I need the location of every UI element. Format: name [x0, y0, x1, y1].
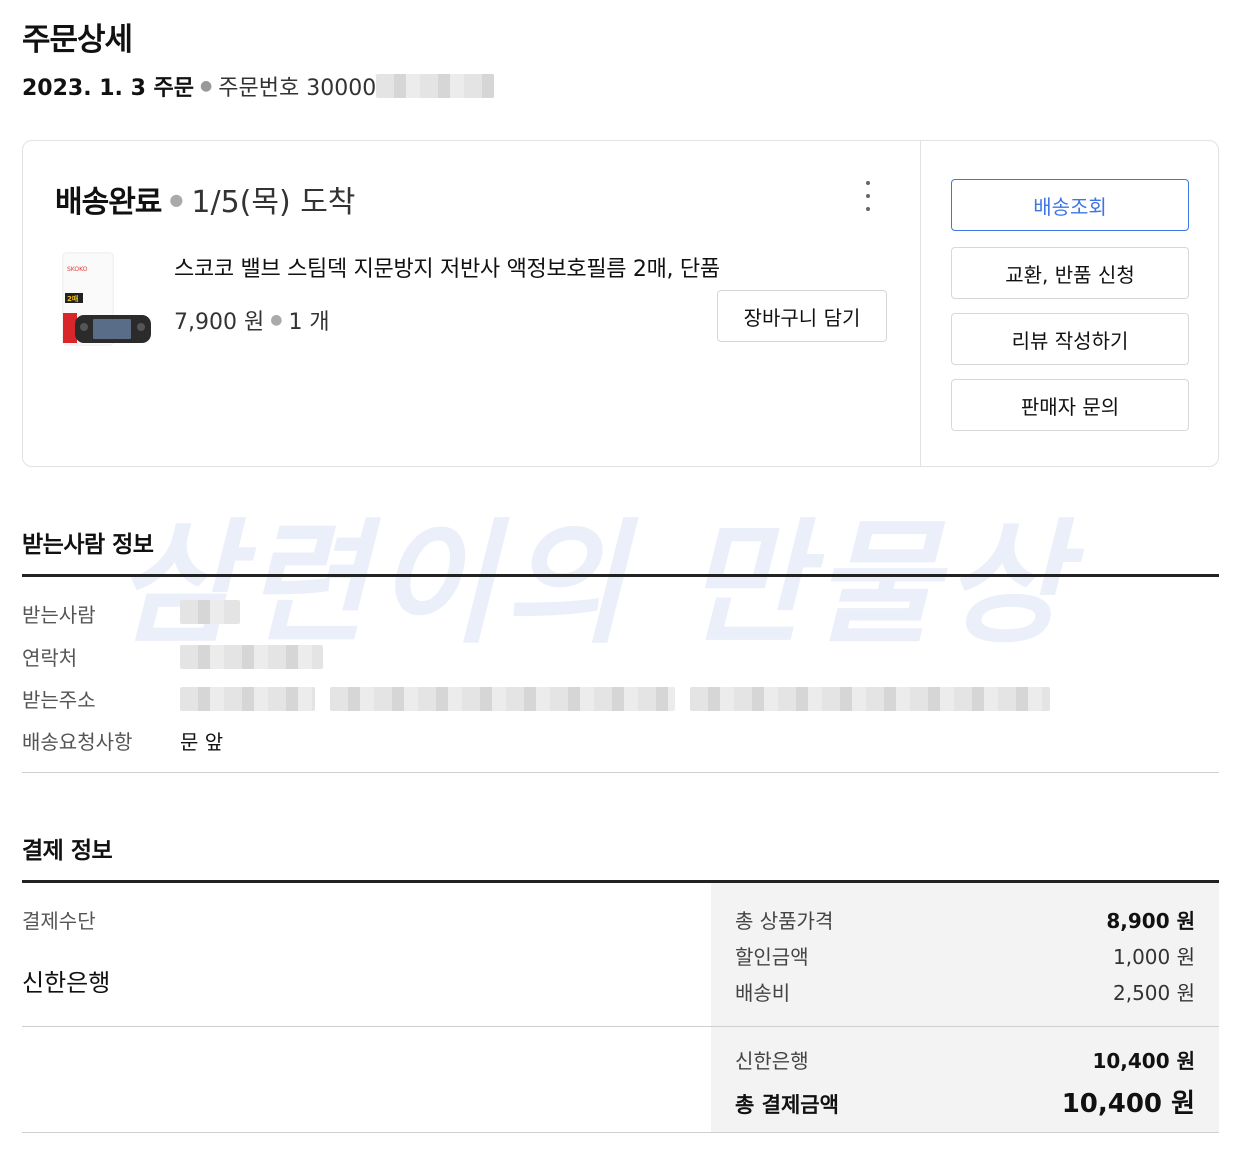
seller-inquiry-button[interactable]: 판매자 문의 [951, 379, 1189, 431]
payment-bottom-rule [22, 1132, 1219, 1133]
exchange-return-button[interactable]: 교환, 반품 신청 [951, 247, 1189, 299]
payment-line-discount: 할인금액 1,000 원 [735, 941, 1195, 970]
payment-method-value: 신한은행 [22, 969, 111, 997]
subtotal-label: 총 상품가격 [735, 909, 834, 933]
add-to-cart-button[interactable]: 장바구니 담기 [717, 290, 887, 342]
track-delivery-button[interactable]: 배송조회 [951, 179, 1189, 231]
product-name[interactable]: 스코코 밸브 스팀덱 지문방지 저반사 액정보호필름 2매, 단품 [174, 251, 720, 283]
bank-amount: 10,400 원 [1092, 1049, 1195, 1073]
product-price-line: 7,900 원 ● 1 개 [174, 304, 330, 336]
product-quantity: 1 개 [288, 310, 330, 335]
redacted-order-number [376, 74, 495, 98]
section-rule [22, 574, 1219, 577]
arrival-date: 1/5(목) 도착 [191, 185, 356, 220]
redacted-address-part [180, 687, 315, 711]
total-amount: 10,400 원 [1061, 1089, 1195, 1119]
card-divider [920, 141, 921, 466]
phone-label: 연락처 [22, 646, 78, 670]
order-date: 2023. 1. 3 주문 [22, 76, 195, 101]
separator-dot: ● [270, 312, 283, 328]
payment-divider [22, 1026, 1219, 1027]
shipment-status: 배송완료 [55, 185, 162, 220]
payment-section-title: 결제 정보 [22, 838, 113, 864]
recipient-name-label: 받는사람 [22, 603, 96, 627]
separator-dot: ● [200, 78, 213, 94]
shipping-label: 배송비 [735, 981, 791, 1005]
payment-line-total: 총 결제금액 10,400 원 [735, 1083, 1195, 1120]
order-meta: 2023. 1. 3 주문 ● 주문번호 30000 [22, 70, 495, 102]
payment-line-subtotal: 총 상품가격 8,900 원 [735, 905, 1195, 934]
payment-method-label: 결제수단 [22, 909, 96, 933]
recipient-section-title: 받는사람 정보 [22, 532, 154, 558]
separator-dot: ● [169, 189, 184, 209]
subtotal-amount: 8,900 원 [1106, 909, 1195, 933]
kebab-vertical-icon[interactable] [859, 181, 877, 211]
product-price: 7,900 원 [174, 310, 265, 335]
page-title: 주문상세 [22, 22, 133, 58]
watermark: 삼련이의 만물상 [115, 506, 1073, 662]
discount-amount: 1,000 원 [1112, 945, 1195, 969]
discount-label: 할인금액 [735, 945, 809, 969]
address-label: 받는주소 [22, 688, 96, 712]
redacted-address-part [330, 687, 675, 711]
payment-summary-panel: 총 상품가격 8,900 원 할인금액 1,000 원 배송비 2,500 원 … [711, 883, 1219, 1133]
product-thumbnail[interactable]: SKOKO 2매 [53, 249, 153, 349]
delivery-request-value: 문 앞 [180, 730, 224, 754]
section-rule [22, 880, 1219, 883]
shipping-amount: 2,500 원 [1112, 981, 1195, 1005]
payment-line-bank: 신한은행 10,400 원 [735, 1045, 1195, 1074]
total-label: 총 결제금액 [735, 1093, 839, 1117]
thumb-badge: 2매 [67, 294, 78, 303]
order-number: 주문번호 30000 [218, 76, 377, 101]
write-review-button[interactable]: 리뷰 작성하기 [951, 313, 1189, 365]
shipment-status-line: 배송완료 ● 1/5(목) 도착 [55, 177, 355, 221]
payment-line-shipping: 배송비 2,500 원 [735, 977, 1195, 1006]
delivery-request-label: 배송요청사항 [22, 730, 133, 754]
redacted-recipient-name [180, 600, 240, 624]
redacted-address-part [690, 687, 1050, 711]
shipment-card: 배송완료 ● 1/5(목) 도착 SKOKO 2매 스코코 밸브 스팀덱 지문방… [22, 140, 1219, 467]
thumb-brand: SKOKO [67, 266, 88, 273]
section-rule [22, 772, 1219, 773]
redacted-phone [180, 645, 323, 669]
bank-label: 신한은행 [735, 1049, 809, 1073]
